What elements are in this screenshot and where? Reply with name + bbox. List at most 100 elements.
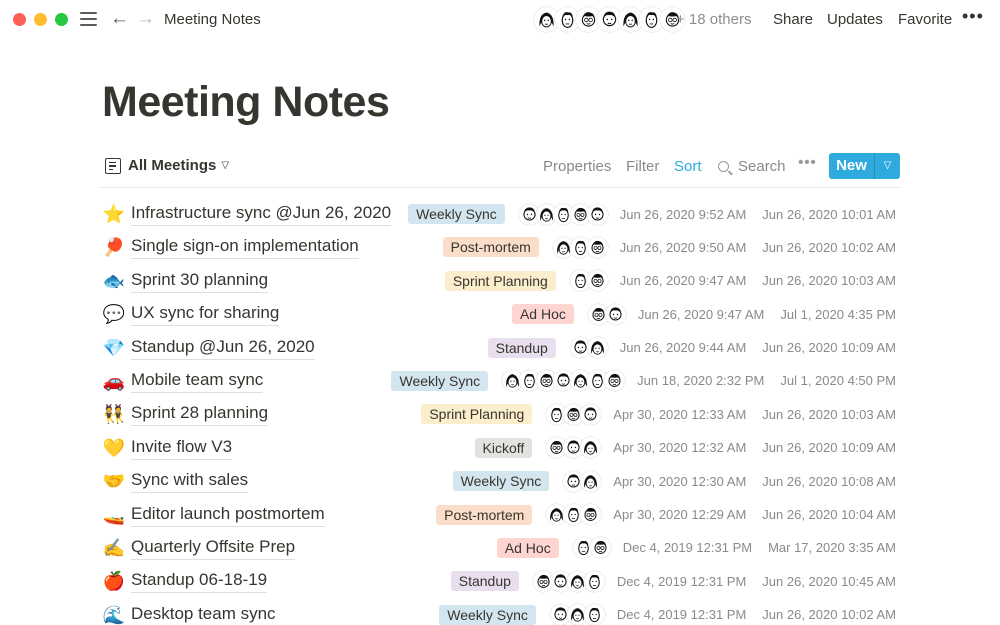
share-button[interactable]: Share [773,11,813,28]
edited-date: Jul 1, 2020 4:35 PM [780,306,896,322]
avatar [589,537,611,559]
avatar [586,203,608,225]
meeting-title[interactable]: Quarterly Offsite Prep [131,537,296,560]
list-item[interactable]: 🤝 Sync with sales Weekly Sync Apr 30, 2020 … [100,465,900,498]
more-options-icon[interactable]: ••• [962,6,984,27]
list-item[interactable]: 💎 Standup @Jun 26, 2020 Standup Jun 26, 202… [100,332,900,365]
meeting-title[interactable]: Standup @Jun 26, 2020 [131,337,315,360]
new-button-group: New ▽ [829,153,900,179]
ping-pong-icon[interactable]: 🏓 [102,236,126,258]
created-date: Jun 26, 2020 9:47 AM [637,306,765,322]
list-item[interactable]: 👯 Sprint 28 planning Sprint Planning Apr 30… [100,398,900,431]
row-properties: Sprint Planning Jun 26, 2020 9:47 AM Jun 2… [444,270,896,292]
others-count[interactable]: + 18 others [676,11,751,28]
search-icon [718,161,729,172]
minimize-window-button[interactable] [34,13,47,26]
list-item[interactable]: 🐟 Sprint 30 planning Sprint Planning Jun 26… [100,265,900,298]
updates-button[interactable]: Updates [827,11,883,28]
attendees-facepile [587,303,626,325]
filter-button[interactable]: Filter [626,158,659,175]
meeting-title[interactable]: Single sign-on implementation [131,236,359,260]
edited-date: Jun 26, 2020 10:04 AM [762,507,896,523]
database-toolbar: All Meetings ▽ Properties Filter Sort Se… [100,150,900,188]
list-item[interactable]: 🏓 Single sign-on implementation Post-morte… [100,231,900,264]
created-date: Apr 30, 2020 12:30 AM [613,473,747,489]
avatar [580,470,602,492]
type-tag: Weekly Sync [439,604,536,625]
list-item[interactable]: ⭐ Infrastructure sync @Jun 26, 2020 Weekly… [100,198,900,231]
properties-button[interactable]: Properties [543,158,611,175]
row-properties: Post-mortem Apr 30, 2020 12:29 AM Jun 26, … [436,504,896,526]
view-more-icon[interactable]: ••• [798,154,816,172]
list-item[interactable]: 🍎 Standup 06-18-19 Standup Dec 4, 2019 12:3… [100,565,900,598]
search-button[interactable]: Search [718,158,786,175]
forward-arrow-icon[interactable]: → [136,9,155,29]
meeting-title[interactable]: Invite flow V3 [131,437,233,460]
edited-date: Mar 17, 2020 3:35 AM [768,540,896,556]
sort-button[interactable]: Sort [674,158,702,175]
writing-hand-icon[interactable]: ✍️ [102,537,126,559]
attendees-facepile [549,604,605,625]
meeting-title[interactable]: Mobile team sync [131,370,264,393]
created-date: Jun 18, 2020 2:32 PM [637,373,765,389]
page-title[interactable]: Meeting Notes [102,78,390,127]
favorite-button[interactable]: Favorite [898,11,952,28]
meeting-title[interactable]: Editor launch postmortem [131,504,325,527]
new-dropdown-chevron-icon[interactable]: ▽ [875,153,900,179]
type-tag: Ad Hoc [496,537,559,558]
apple-icon[interactable]: 🍎 [102,570,126,592]
meeting-title[interactable]: Standup 06-18-19 [131,570,268,594]
collaborator-facepile[interactable] [534,7,685,32]
gem-icon[interactable]: 💎 [102,337,126,359]
attendees-facepile [546,437,602,459]
avatar [580,504,602,526]
created-date: Apr 30, 2020 12:33 AM [613,406,747,422]
breadcrumb[interactable]: Meeting Notes [164,11,261,28]
list-item[interactable]: 💛 Invite flow V3 Kickoff Apr 30, 2020 12:32… [100,432,900,465]
new-button[interactable]: New [829,153,875,179]
edited-date: Jun 26, 2020 10:03 AM [762,406,896,422]
back-arrow-icon[interactable]: ← [110,9,129,29]
type-tag: Standup [487,337,556,358]
attendees-facepile [532,570,605,592]
speech-bubble-icon[interactable]: 💬 [102,303,126,325]
meeting-title[interactable]: Sprint 28 planning [131,403,269,427]
attendees-facepile [563,470,602,492]
search-label: Search [738,158,786,175]
created-date: Apr 30, 2020 12:29 AM [613,507,747,523]
attendees-facepile [569,270,608,292]
close-window-button[interactable] [13,13,26,26]
list-view-icon [105,157,121,174]
sidebar-toggle-icon[interactable] [80,12,97,26]
meeting-title[interactable]: Sprint 30 planning [131,270,269,293]
list-item[interactable]: 💬 UX sync for sharing Ad Hoc Jun 26, 2020 9… [100,298,900,331]
avatar [580,437,602,459]
list-item[interactable]: ✍️ Quarterly Offsite Prep Ad Hoc Dec 4, 201… [100,532,900,565]
dancers-icon[interactable]: 👯 [102,403,126,425]
list-item[interactable]: 🚤 Editor launch postmortem Post-mortem Apr … [100,499,900,532]
meeting-title[interactable]: Desktop team sync [131,604,276,625]
list-item[interactable]: 🚗 Mobile team sync Weekly Sync Jun 18, 2020… [100,365,900,398]
type-tag: Post-mortem [436,504,533,525]
edited-date: Jun 26, 2020 10:03 AM [762,273,896,289]
avatar [583,604,605,625]
speedboat-icon[interactable]: 🚤 [102,504,126,526]
zoom-window-button[interactable] [55,13,68,26]
list-item[interactable]: 🌊 Desktop team sync Weekly Sync Dec 4, 2019… [100,599,900,625]
star-icon[interactable]: ⭐ [102,203,126,225]
meeting-title[interactable]: Infrastructure sync @Jun 26, 2020 [131,203,392,226]
view-selector[interactable]: All Meetings ▽ [105,157,229,174]
edited-date: Jun 26, 2020 10:09 AM [762,440,896,456]
edited-date: Jun 26, 2020 10:02 AM [762,239,896,255]
row-properties: Kickoff Apr 30, 2020 12:32 AM Jun 26, 2020… [474,437,896,459]
handshake-icon[interactable]: 🤝 [102,470,126,492]
created-date: Dec 4, 2019 12:31 PM [616,607,747,623]
meeting-title[interactable]: Sync with sales [131,470,249,494]
car-icon[interactable]: 🚗 [102,370,126,392]
edited-date: Jul 1, 2020 4:50 PM [780,373,896,389]
meeting-title[interactable]: UX sync for sharing [131,303,280,327]
wave-icon[interactable]: 🌊 [102,604,126,625]
yellow-heart-icon[interactable]: 💛 [102,437,126,459]
fish-icon[interactable]: 🐟 [102,270,126,292]
edited-date: Jun 26, 2020 10:08 AM [762,473,896,489]
